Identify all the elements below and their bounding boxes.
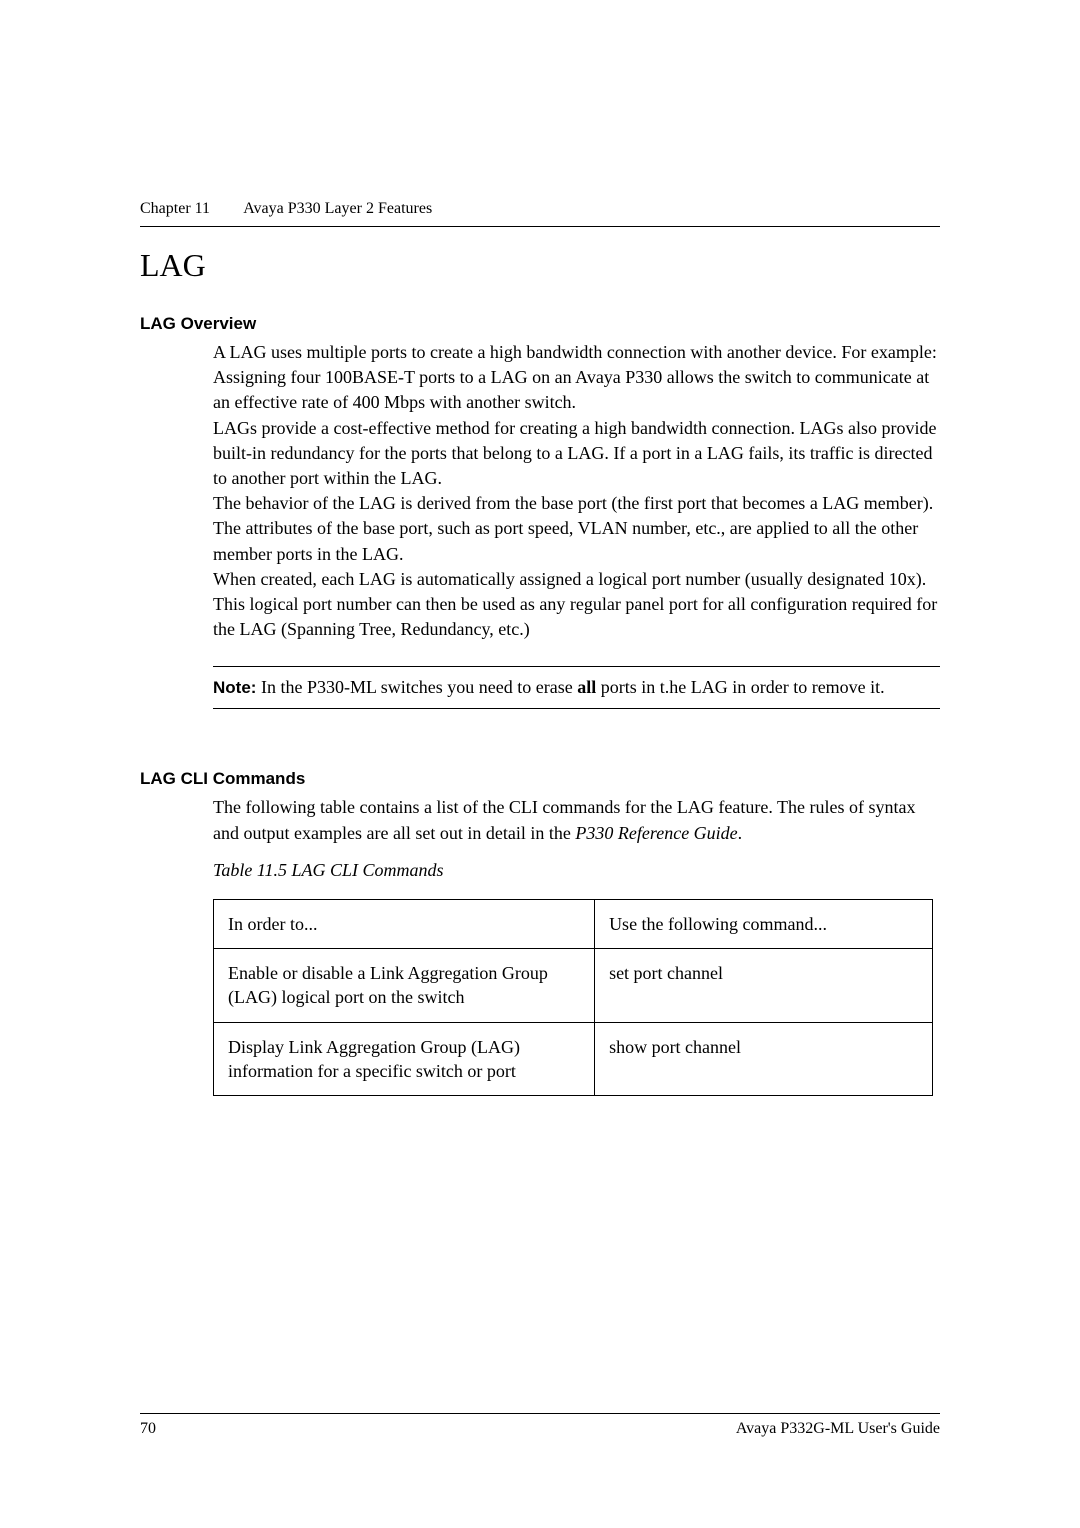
footer-rule [140, 1413, 940, 1414]
note-bold-word: all [577, 677, 596, 697]
command-cell: show port channel [595, 1022, 933, 1096]
note-block: Note: In the P330-ML switches you need t… [213, 666, 940, 709]
overview-paragraph-1: A LAG uses multiple ports to create a hi… [213, 340, 940, 416]
note-bottom-rule [213, 708, 940, 709]
table-row: In order to... Use the following command… [214, 899, 933, 948]
overview-paragraph-3: The behavior of the LAG is derived from … [213, 491, 940, 567]
chapter-header: Chapter 11 Avaya P330 Layer 2 Features [140, 200, 940, 218]
overview-paragraph-2: LAGs provide a cost-effective method for… [213, 416, 940, 492]
action-cell: Display Link Aggregation Group (LAG) inf… [214, 1022, 595, 1096]
doc-title: Avaya P332G-ML User's Guide [736, 1420, 940, 1438]
cli-table: In order to... Use the following command… [213, 899, 933, 1096]
note-text-suffix: ports in t.he LAG in order to remove it. [596, 677, 884, 697]
header-rule [140, 226, 940, 227]
chapter-number: Chapter 11 [140, 200, 210, 217]
section-title: LAG [140, 247, 940, 284]
page-footer: 70 Avaya P332G-ML User's Guide [140, 1413, 940, 1438]
command-cell: set port channel [595, 949, 933, 1023]
overview-paragraph-4: When created, each LAG is automatically … [213, 567, 940, 643]
note-content: Note: In the P330-ML switches you need t… [213, 675, 940, 700]
note-top-rule [213, 666, 940, 667]
col2-header: Use the following command... [595, 899, 933, 948]
chapter-title: Avaya P330 Layer 2 Features [243, 200, 432, 217]
cli-intro: The following table contains a list of t… [213, 795, 940, 845]
table-row: Enable or disable a Link Aggregation Gro… [214, 949, 933, 1023]
cli-commands-heading: LAG CLI Commands [140, 769, 940, 789]
cli-intro-prefix: The following table contains a list of t… [213, 797, 915, 842]
cli-intro-italic: P330 Reference Guide [575, 823, 737, 843]
cli-intro-suffix: . [738, 823, 743, 843]
overview-heading: LAG Overview [140, 314, 940, 334]
action-cell: Enable or disable a Link Aggregation Gro… [214, 949, 595, 1023]
note-text-prefix: In the P330-ML switches you need to eras… [256, 677, 577, 697]
table-caption: Table 11.5 LAG CLI Commands [213, 860, 940, 881]
col1-header: In order to... [214, 899, 595, 948]
table-row: Display Link Aggregation Group (LAG) inf… [214, 1022, 933, 1096]
note-label: Note: [213, 678, 256, 697]
page-number: 70 [140, 1420, 156, 1438]
